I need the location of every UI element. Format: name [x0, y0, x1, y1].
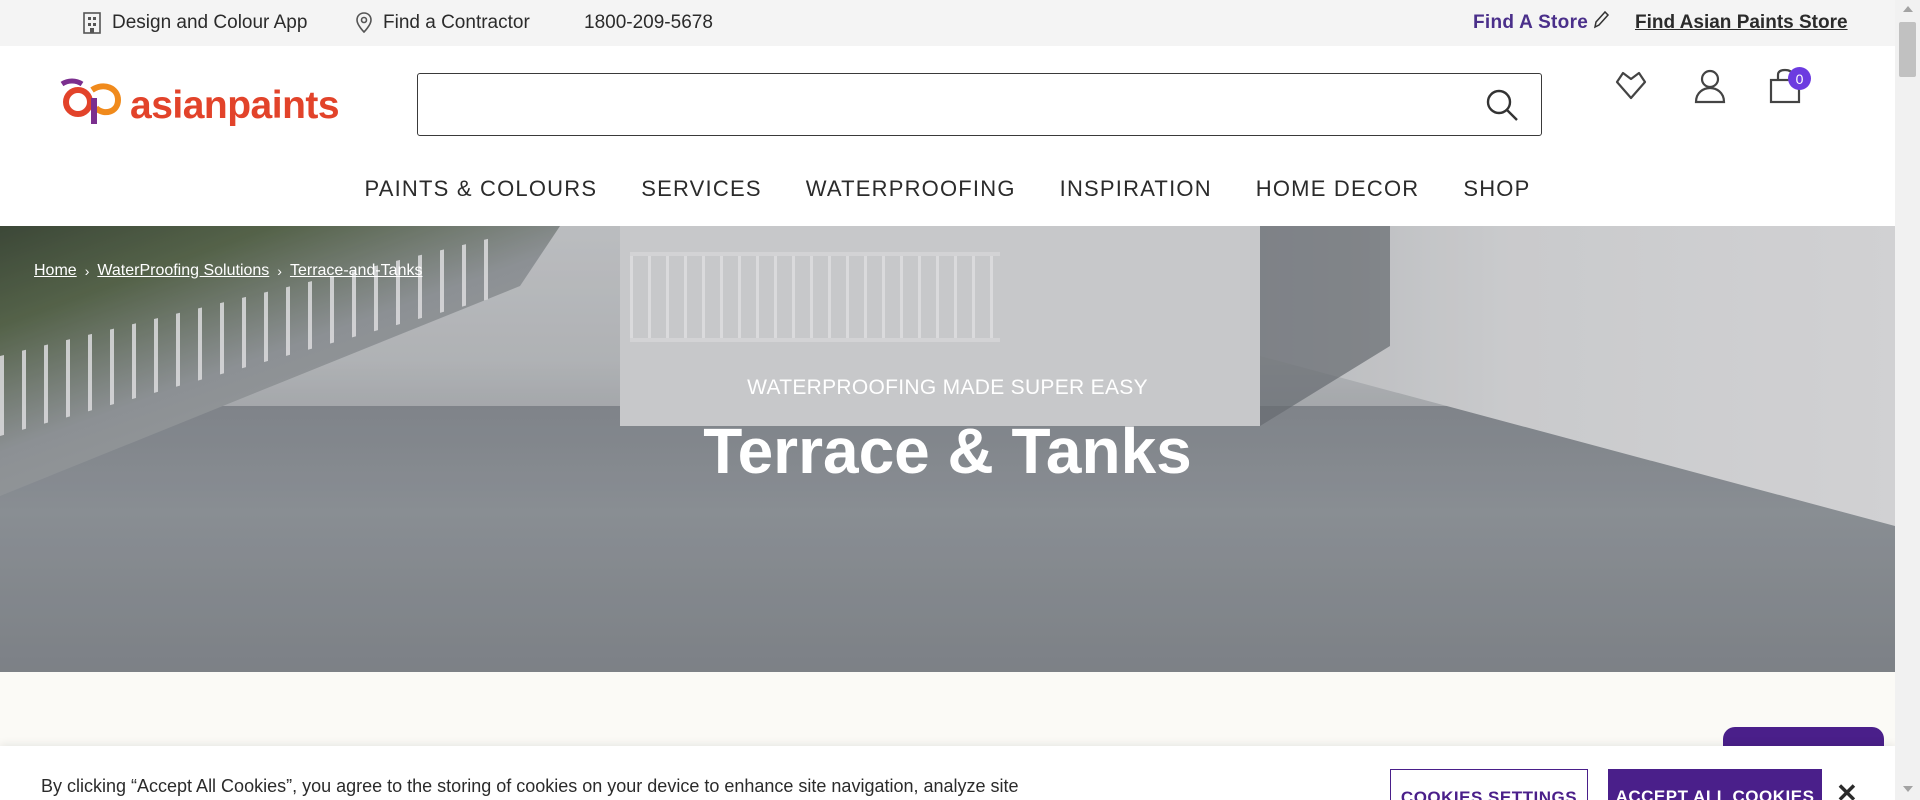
- pencil-icon: [1592, 10, 1610, 36]
- breadcrumb-current[interactable]: Terrace-and-Tanks: [290, 262, 423, 280]
- logo[interactable]: asianpaints: [58, 78, 340, 133]
- scroll-down-arrow-icon[interactable]: [1903, 786, 1913, 792]
- account-user-icon[interactable]: [1692, 68, 1728, 109]
- accept-all-cookies-button[interactable]: ACCEPT ALL COOKIES: [1608, 769, 1822, 800]
- nav-item-paints-colours[interactable]: PAINTS & COLOURS: [343, 174, 620, 226]
- scroll-up-arrow-icon[interactable]: [1903, 6, 1913, 12]
- design-app-label: Design and Colour App: [112, 12, 308, 33]
- chevron-right-icon: ›: [277, 263, 282, 279]
- hero-banner: Home › WaterProofing Solutions › Terrace…: [0, 226, 1895, 672]
- cart-count-badge: 0: [1788, 67, 1811, 90]
- breadcrumb: Home › WaterProofing Solutions › Terrace…: [34, 262, 422, 280]
- cookie-consent-text: By clicking “Accept All Cookies”, you ag…: [41, 776, 1019, 796]
- search-box[interactable]: [417, 73, 1542, 136]
- hero-title: Terrace & Tanks: [703, 415, 1192, 487]
- find-asian-paints-store-link[interactable]: Find Asian Paints Store: [1635, 0, 1848, 46]
- phone-number[interactable]: 1800-209-5678: [584, 0, 713, 46]
- cookie-consent-bar: By clicking “Accept All Cookies”, you ag…: [0, 746, 1895, 800]
- location-pin-icon: [355, 12, 373, 34]
- find-contractor-label: Find a Contractor: [383, 12, 530, 33]
- logo-text: asianpaints: [130, 83, 340, 127]
- header: asianpaints PAINTS & COLOURS SERVICES WA…: [0, 46, 1895, 226]
- design-app-link[interactable]: Design and Colour App: [82, 0, 307, 46]
- main-nav: PAINTS & COLOURS SERVICES WATERPROOFING …: [0, 174, 1895, 226]
- utility-bar: Design and Colour App Find a Contractor …: [0, 0, 1895, 46]
- page-scrollbar[interactable]: [1895, 0, 1920, 800]
- find-contractor-link[interactable]: Find a Contractor: [355, 0, 530, 46]
- close-icon[interactable]: ✕: [1836, 778, 1858, 800]
- building-icon: [82, 12, 102, 34]
- find-asian-paints-store-label: Find Asian Paints Store: [1635, 12, 1848, 33]
- scrollbar-thumb[interactable]: [1899, 22, 1916, 77]
- nav-item-inspiration[interactable]: INSPIRATION: [1038, 174, 1234, 226]
- find-a-store-label: Find A Store: [1473, 12, 1589, 33]
- search-icon[interactable]: [1485, 88, 1519, 127]
- cookies-settings-button[interactable]: COOKIES SETTINGS: [1390, 769, 1588, 800]
- search-input[interactable]: [432, 84, 1472, 124]
- nav-item-services[interactable]: SERVICES: [619, 174, 783, 226]
- breadcrumb-waterproofing[interactable]: WaterProofing Solutions: [97, 262, 269, 280]
- breadcrumb-home[interactable]: Home: [34, 262, 77, 280]
- chevron-right-icon: ›: [84, 263, 90, 279]
- nav-item-home-decor[interactable]: HOME DECOR: [1234, 174, 1442, 226]
- find-a-store-link[interactable]: Find A Store: [1473, 0, 1610, 46]
- hero-subtitle: WATERPROOFING MADE SUPER EASY: [747, 376, 1148, 399]
- phone-label: 1800-209-5678: [584, 12, 713, 33]
- logo-mark-icon: [58, 78, 124, 133]
- nav-item-waterproofing[interactable]: WATERPROOFING: [784, 174, 1038, 226]
- wishlist-heart-icon[interactable]: [1613, 68, 1649, 107]
- nav-item-shop[interactable]: SHOP: [1441, 174, 1552, 226]
